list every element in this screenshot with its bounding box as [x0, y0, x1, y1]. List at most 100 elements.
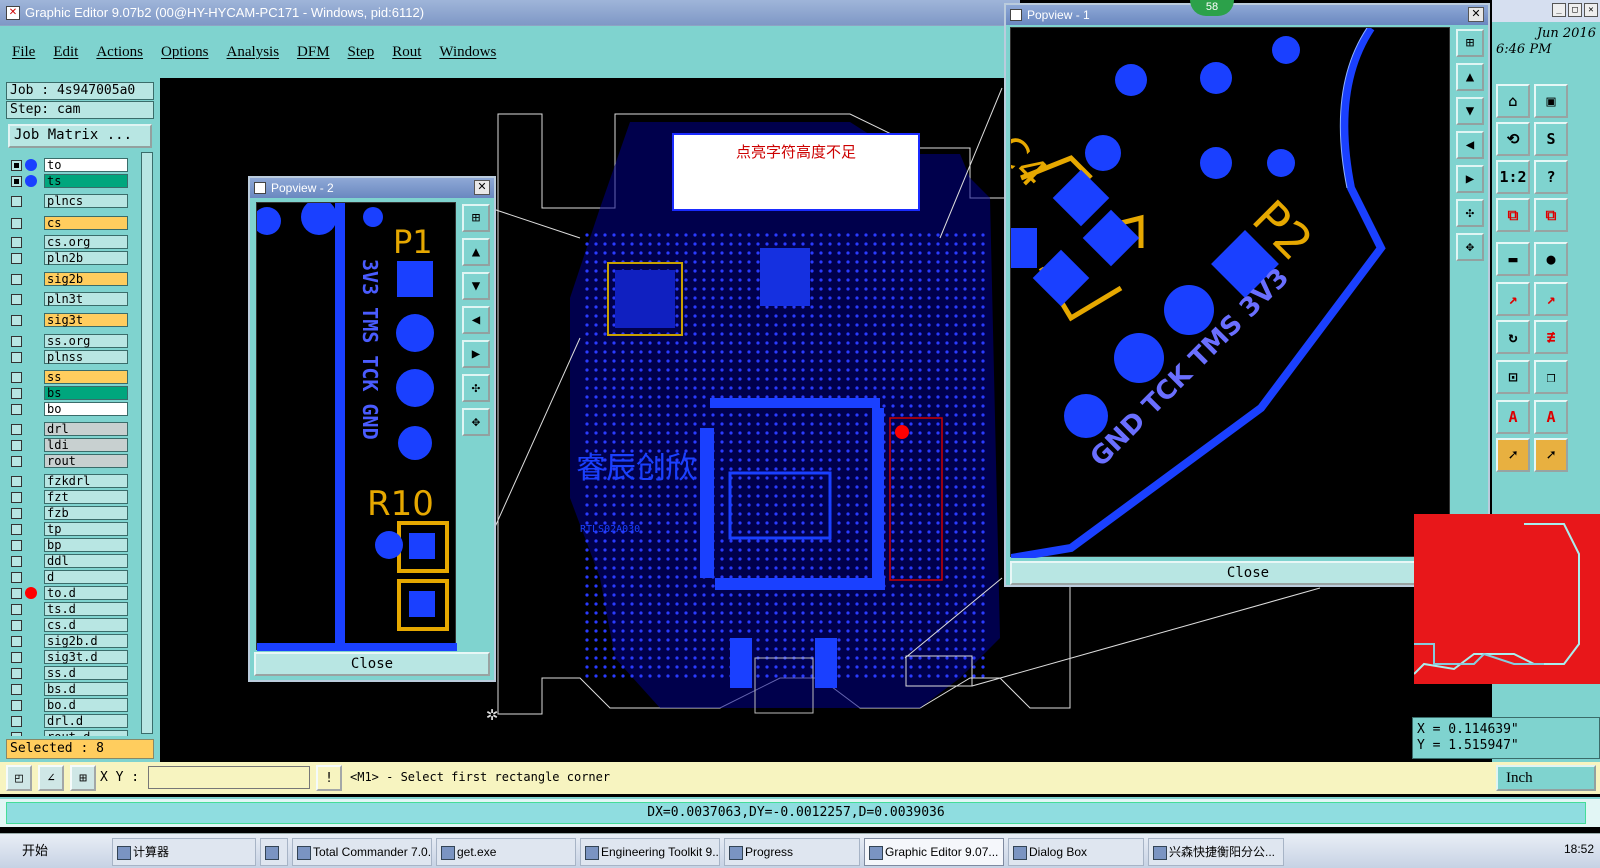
layer-row-cs-d[interactable]: cs.d [8, 618, 128, 632]
help-icon[interactable]: ? [1534, 160, 1568, 194]
popview-1-pan-up-icon[interactable]: ▲ [1456, 63, 1484, 91]
measure-alt-icon[interactable]: ↗ [1534, 282, 1568, 316]
layer-row-to-d[interactable]: to.d [8, 586, 128, 600]
layer-row-ts[interactable]: ts [8, 174, 128, 188]
ruler-icon[interactable]: ▬ [1496, 242, 1530, 276]
copy-icon[interactable]: ❐ [1534, 360, 1568, 394]
layer-checkbox[interactable] [11, 175, 22, 187]
popview-2-home-icon[interactable]: ✥ [462, 408, 490, 436]
layer-checkbox[interactable] [11, 475, 22, 487]
layer-row-fzkdrl[interactable]: fzkdrl [8, 474, 128, 488]
xy-input[interactable] [148, 766, 310, 789]
layer-scrollbar[interactable] [141, 152, 153, 734]
layer-row-ss-d[interactable]: ss.d [8, 666, 128, 680]
layer-checkbox[interactable] [11, 587, 22, 599]
layer-row-bp[interactable]: bp [8, 538, 128, 552]
overview-map[interactable] [1413, 514, 1600, 684]
window-icon[interactable]: ▣ [1534, 84, 1568, 118]
menu-windows[interactable]: Windows [439, 44, 496, 61]
layer-checkbox[interactable] [11, 387, 22, 399]
layer-checkbox[interactable] [11, 731, 22, 736]
layer-row-tp[interactable]: tp [8, 522, 128, 536]
start-button[interactable]: 开始 [0, 836, 96, 866]
popview-1-pan-left-icon[interactable]: ◀ [1456, 131, 1484, 159]
layer-checkbox[interactable] [11, 455, 22, 467]
layer-row-ss-org[interactable]: ss.org [8, 334, 128, 348]
layer-checkbox[interactable] [11, 619, 22, 631]
popview-1-zoom-in-icon[interactable]: ⊞ [1456, 29, 1484, 57]
layer-checkbox[interactable] [11, 683, 22, 695]
layer-row-ddl[interactable]: ddl [8, 554, 128, 568]
layer-row-plncs[interactable]: plncs [8, 194, 128, 208]
popview-1-close-icon[interactable]: ✕ [1468, 7, 1484, 22]
popview-2-pan-down-icon[interactable]: ▼ [462, 272, 490, 300]
layer-row-bo[interactable]: bo [8, 402, 128, 416]
task-engineering-toolkit[interactable]: Engineering Toolkit 9.... [580, 838, 720, 866]
layer-row-ss[interactable]: ss [8, 370, 128, 384]
popview-1-fit-icon[interactable]: ✣ [1456, 199, 1484, 227]
layer-row-sig2b-d[interactable]: sig2b.d [8, 634, 128, 648]
popview-2-fit-icon[interactable]: ✣ [462, 374, 490, 402]
measure-icon[interactable]: ↗ [1496, 282, 1530, 316]
menu-step[interactable]: Step [348, 44, 375, 61]
layer-checkbox[interactable] [11, 651, 22, 663]
layer-row-pln2b[interactable]: pln2b [8, 251, 128, 265]
layer-row-fzt[interactable]: fzt [8, 490, 128, 504]
layer-checkbox[interactable] [11, 351, 22, 363]
snap-grid-icon[interactable]: ◰ [6, 765, 32, 791]
task-xingsen[interactable]: 兴森快捷衡阳分公... [1148, 838, 1284, 866]
layer-checkbox[interactable] [11, 293, 22, 305]
units-dropdown[interactable]: Inch [1496, 765, 1596, 791]
popview-1-home-icon[interactable]: ✥ [1456, 233, 1484, 261]
layer-row-pln3t[interactable]: pln3t [8, 292, 128, 306]
menu-file[interactable]: File [12, 44, 35, 61]
layer-checkbox[interactable] [11, 273, 22, 285]
popview-2-pan-right-icon[interactable]: ▶ [462, 340, 490, 368]
menu-actions[interactable]: Actions [96, 44, 143, 61]
popview-2-canvas[interactable]: P1 3V3 TMS TCK GND R10 [253, 199, 457, 651]
menu-analysis[interactable]: Analysis [227, 44, 280, 61]
layer-checkbox[interactable] [11, 539, 22, 551]
layer-checkbox[interactable] [11, 195, 22, 207]
layers-alt-icon[interactable]: ⧉ [1534, 198, 1568, 232]
maximize-icon[interactable]: □ [1568, 3, 1582, 17]
job-matrix-button[interactable]: Job Matrix ... [8, 124, 152, 148]
layer-row-bs[interactable]: bs [8, 386, 128, 400]
layer-row-to[interactable]: to [8, 158, 128, 172]
select-alt-icon[interactable]: ➚ [1534, 438, 1568, 472]
dot-icon[interactable]: ● [1534, 242, 1568, 276]
layer-row-drl-d[interactable]: drl.d [8, 714, 128, 728]
popview-1-pan-right-icon[interactable]: ▶ [1456, 165, 1484, 193]
popview-2-pan-left-icon[interactable]: ◀ [462, 306, 490, 334]
layer-checkbox[interactable] [11, 314, 22, 326]
task-progress[interactable]: Progress [724, 838, 860, 866]
text-alt-icon[interactable]: A [1534, 400, 1568, 434]
menu-dfm[interactable]: DFM [297, 44, 330, 61]
layer-row-bo-d[interactable]: bo.d [8, 698, 128, 712]
layer-row-cs[interactable]: cs [8, 216, 128, 230]
task-chrome[interactable] [260, 838, 288, 866]
layer-checkbox[interactable] [11, 236, 22, 248]
layer-checkbox[interactable] [11, 603, 22, 615]
menu-rout[interactable]: Rout [392, 44, 421, 61]
layer-checkbox[interactable] [11, 217, 22, 229]
layer-row-sig2b[interactable]: sig2b [8, 272, 128, 286]
layer-row-sig3t[interactable]: sig3t [8, 313, 128, 327]
layer-row-ts-d[interactable]: ts.d [8, 602, 128, 616]
layer-checkbox[interactable] [11, 715, 22, 727]
undo-icon[interactable]: ⟲ [1496, 122, 1530, 156]
task-total-commander[interactable]: Total Commander 7.0... [292, 838, 432, 866]
snap-icon[interactable]: S [1534, 122, 1568, 156]
layer-checkbox[interactable] [11, 523, 22, 535]
layer-row-drl[interactable]: drl [8, 422, 128, 436]
layer-row-cs-org[interactable]: cs.org [8, 235, 128, 249]
task-graphic-editor[interactable]: Graphic Editor 9.07... [864, 838, 1004, 866]
task-calculator[interactable]: 计算器 [112, 838, 256, 866]
layer-row-rout[interactable]: rout [8, 454, 128, 468]
layer-checkbox[interactable] [11, 371, 22, 383]
layer-row-plnss[interactable]: plnss [8, 350, 128, 364]
rotate-icon[interactable]: ↻ [1496, 320, 1530, 354]
layer-checkbox[interactable] [11, 555, 22, 567]
popview-1-pan-down-icon[interactable]: ▼ [1456, 97, 1484, 125]
layer-row-sig3t-d[interactable]: sig3t.d [8, 650, 128, 664]
